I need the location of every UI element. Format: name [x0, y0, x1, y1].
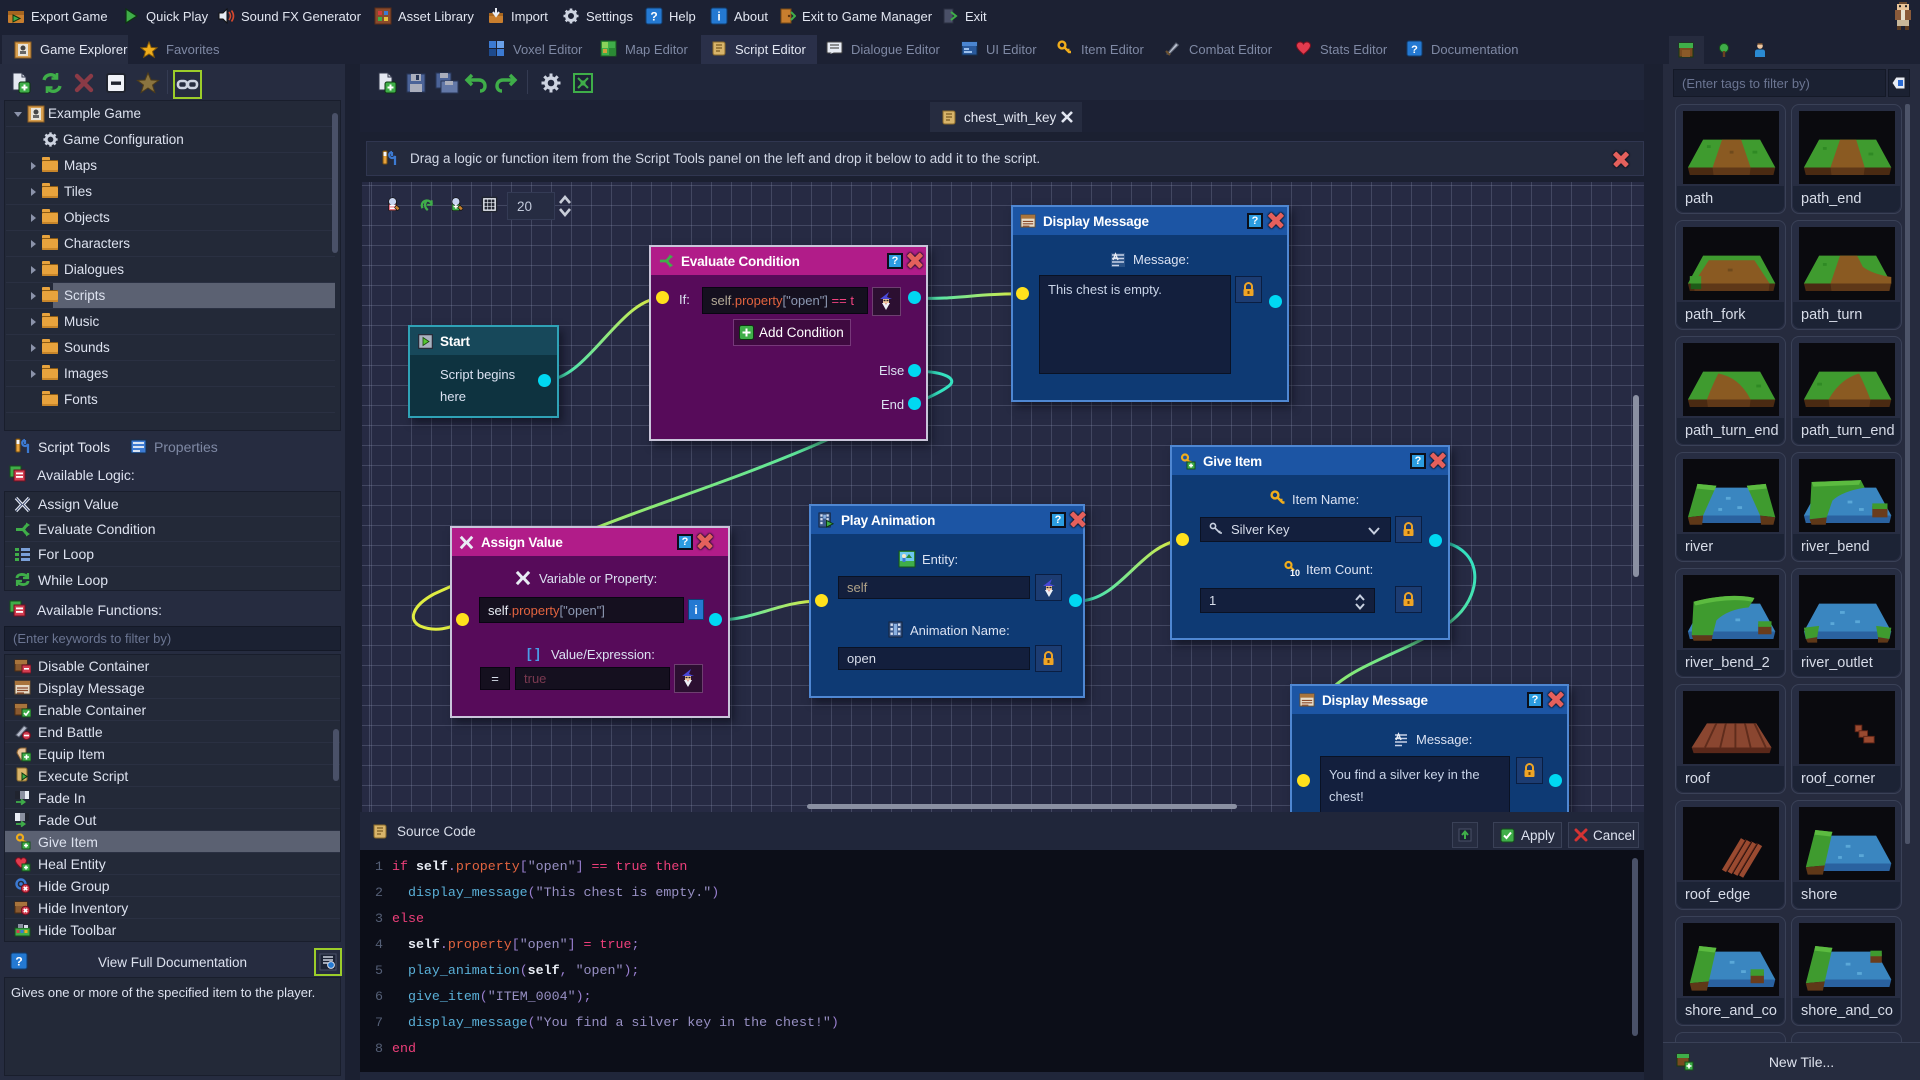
- svg-text:10: 10: [1290, 568, 1300, 578]
- svg-text:?: ?: [1411, 44, 1418, 56]
- svg-text:i: i: [717, 10, 720, 24]
- svg-text:?: ?: [650, 10, 657, 24]
